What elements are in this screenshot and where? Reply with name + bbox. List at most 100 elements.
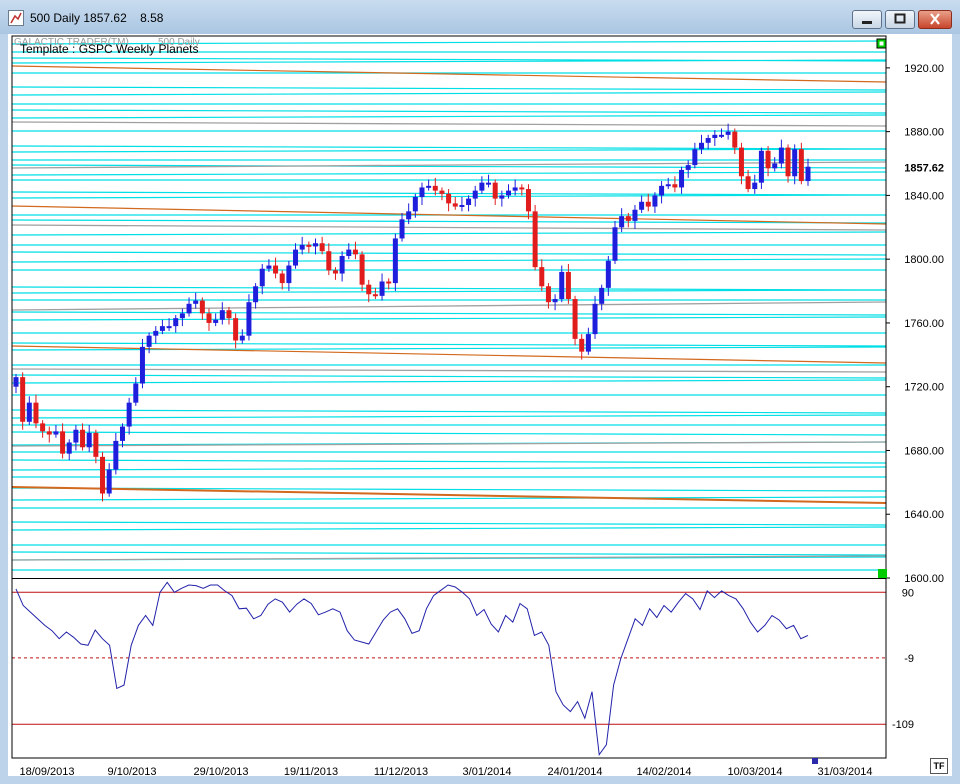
- candle-body: [100, 456, 106, 494]
- grey-band-line: [11, 301, 887, 311]
- y-tick-label: 1640.00: [904, 509, 944, 521]
- candle-body: [93, 432, 99, 457]
- cyan-band-line: [11, 258, 887, 263]
- y-tick-label: 1760.00: [904, 318, 944, 330]
- cyan-band-line: [11, 466, 887, 471]
- candle-body: [785, 147, 791, 177]
- y-tick-label: 1840.00: [904, 190, 944, 202]
- candle-body: [153, 330, 159, 336]
- candle-body: [565, 271, 571, 300]
- candle-body: [426, 185, 432, 188]
- candle-body: [40, 423, 46, 432]
- candle-body: [599, 287, 605, 304]
- candle-body: [625, 216, 631, 221]
- candle-body: [552, 299, 558, 303]
- candle-body: [279, 273, 285, 284]
- candle-body: [319, 243, 325, 252]
- candle-body: [798, 149, 804, 182]
- candle-body: [559, 271, 565, 300]
- cyan-band-line: [11, 409, 887, 414]
- grey-band-line: [11, 121, 887, 127]
- y-tick-label: 1800.00: [904, 254, 944, 266]
- candle-body: [186, 303, 192, 314]
- last-value-label: 1857.62: [904, 162, 944, 174]
- candle-body: [545, 286, 551, 303]
- cyan-band-line: [11, 59, 887, 64]
- candle-body: [672, 184, 678, 188]
- y-tick-label: 1720.00: [904, 382, 944, 394]
- oscillator-panel: [12, 578, 886, 757]
- candle-body: [472, 190, 478, 199]
- candle-body: [612, 227, 618, 261]
- oscillator-level-label: 90: [902, 587, 914, 599]
- candle-body: [179, 313, 185, 319]
- candle-body: [479, 182, 485, 191]
- candle-body: [732, 131, 738, 148]
- candle-body: [379, 281, 385, 296]
- oscillator-line: [15, 581, 809, 757]
- candle-body: [679, 169, 685, 188]
- candle-body: [119, 426, 125, 441]
- cyan-band-line: [11, 496, 887, 501]
- candle-body: [605, 260, 611, 288]
- y-tick-label: 1680.00: [904, 445, 944, 457]
- y-tick-label: 1920.00: [904, 63, 944, 75]
- candle-body: [652, 195, 658, 207]
- candle-body: [725, 131, 731, 135]
- x-tick-label: 11/12/2013: [374, 766, 428, 778]
- candle-body: [459, 204, 465, 207]
- candle-body: [412, 197, 418, 212]
- candle-body: [306, 244, 312, 247]
- candle-body: [359, 254, 365, 285]
- bottom-marker: [878, 569, 887, 578]
- cyan-band-line: [11, 459, 887, 464]
- cyan-band-line: [11, 551, 887, 556]
- candle-body: [399, 219, 405, 239]
- timeframe-button[interactable]: TF: [930, 758, 948, 774]
- scroll-marker[interactable]: [812, 758, 818, 764]
- candle-body: [805, 166, 811, 182]
- candle-body: [199, 300, 205, 314]
- candle-body: [233, 318, 239, 341]
- candle-body: [166, 326, 172, 329]
- candle-body: [239, 335, 245, 341]
- candle-body: [219, 310, 225, 320]
- cyan-band-line: [11, 342, 887, 347]
- candle-body: [685, 165, 691, 170]
- candle-body: [446, 193, 452, 204]
- candle-body: [718, 134, 724, 137]
- candle-body: [539, 267, 545, 287]
- candle-body: [80, 429, 86, 448]
- cyan-band-line: [11, 114, 887, 119]
- candle-body: [585, 334, 591, 352]
- candle-body: [506, 190, 512, 196]
- candle-body: [126, 402, 132, 427]
- cyan-band-line: [11, 171, 887, 176]
- candle-body: [246, 302, 252, 336]
- cyan-band-line: [11, 286, 887, 291]
- cyan-band-line: [11, 251, 887, 256]
- candle-body: [492, 182, 498, 199]
- candle-body: [712, 134, 718, 139]
- x-tick-label: 14/02/2014: [636, 766, 691, 778]
- candle-body: [572, 299, 578, 339]
- cyan-band-line: [11, 231, 887, 236]
- x-tick-label: 31/03/2014: [817, 766, 872, 778]
- cyan-band-line: [11, 526, 887, 531]
- candle-body: [352, 249, 358, 255]
- oscillator-level-label: -9: [904, 653, 914, 665]
- cyan-band-line: [11, 431, 887, 436]
- candle-body: [772, 163, 778, 169]
- candle-body: [20, 377, 26, 422]
- candle-body: [645, 201, 651, 207]
- cyan-band-line: [11, 289, 887, 294]
- cyan-band-line: [11, 91, 887, 96]
- cyan-band-line: [11, 414, 887, 419]
- candle-body: [286, 265, 292, 284]
- band-lines: [11, 40, 887, 571]
- candle-body: [366, 284, 372, 295]
- candle-body: [73, 429, 79, 443]
- candle-body: [579, 338, 585, 352]
- orange-band-line: [11, 65, 887, 83]
- cyan-band-line: [11, 86, 887, 91]
